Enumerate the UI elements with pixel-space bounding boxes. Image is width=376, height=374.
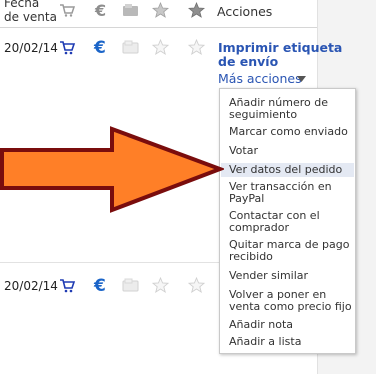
sent-star-icon bbox=[188, 2, 205, 18]
print-label-link[interactable]: Imprimir etiqueta de envío bbox=[218, 41, 342, 69]
more-actions-link[interactable]: Más acciones bbox=[218, 71, 302, 86]
sent-star-icon bbox=[188, 277, 205, 293]
more-actions-menu: Añadir número de seguimiento Marcar como… bbox=[219, 88, 356, 354]
column-header-fecha: Fecha de venta bbox=[4, 0, 57, 24]
menu-item-contact-buyer-line2[interactable]: comprador bbox=[229, 222, 320, 234]
more-actions-label[interactable]: Más acciones bbox=[218, 71, 302, 86]
menu-item-view-order-label[interactable]: Ver datos del pedido bbox=[229, 164, 342, 176]
menu-item-vote[interactable]: Votar bbox=[229, 145, 258, 157]
row1-date: 20/02/14 bbox=[4, 41, 58, 55]
payment-icon bbox=[122, 278, 139, 292]
menu-item-sell-similar-label[interactable]: Vender similar bbox=[229, 270, 308, 282]
feedback-star-icon bbox=[152, 39, 169, 55]
payment-icon bbox=[123, 4, 138, 16]
dropdown-triangle-icon[interactable] bbox=[297, 76, 306, 82]
feedback-star-icon bbox=[152, 2, 169, 18]
arrow-annotation-icon bbox=[0, 126, 224, 213]
menu-item-remove-paid-line2[interactable]: recibido bbox=[229, 251, 349, 263]
menu-item-add-list[interactable]: Añadir a lista bbox=[229, 336, 301, 348]
print-label-line2[interactable]: de envío bbox=[218, 55, 342, 69]
menu-item-contact-buyer[interactable]: Contactar con el comprador bbox=[229, 210, 320, 234]
menu-item-mark-shipped[interactable]: Marcar como enviado bbox=[229, 126, 348, 138]
row2-date: 20/02/14 bbox=[4, 279, 58, 293]
menu-item-sell-similar[interactable]: Vender similar bbox=[229, 270, 308, 282]
menu-item-remove-paid[interactable]: Quitar marca de pago recibido bbox=[229, 239, 349, 263]
fecha-line1: Fecha bbox=[4, 0, 40, 10]
cart-icon[interactable] bbox=[59, 40, 76, 55]
menu-item-relist-fixed[interactable]: Volver a poner en venta como precio fijo bbox=[229, 289, 352, 313]
menu-item-view-paypal[interactable]: Ver transacción en PayPal bbox=[229, 181, 332, 205]
euro-icon[interactable]: € bbox=[94, 276, 106, 296]
header-divider bbox=[0, 27, 317, 28]
print-label-line1[interactable]: Imprimir etiqueta bbox=[218, 41, 342, 55]
feedback-star-icon bbox=[152, 277, 169, 293]
menu-item-add-tracking[interactable]: Añadir número de seguimiento bbox=[229, 97, 328, 121]
menu-item-add-note[interactable]: Añadir nota bbox=[229, 319, 293, 331]
menu-item-mark-shipped-label[interactable]: Marcar como enviado bbox=[229, 126, 348, 138]
menu-item-vote-label[interactable]: Votar bbox=[229, 145, 258, 157]
menu-item-view-paypal-line2[interactable]: PayPal bbox=[229, 193, 332, 205]
menu-item-add-list-label[interactable]: Añadir a lista bbox=[229, 336, 301, 348]
payment-icon bbox=[122, 40, 139, 54]
fecha-line2: de venta bbox=[4, 10, 57, 24]
euro-icon: € bbox=[95, 1, 107, 20]
menu-item-add-tracking-line2[interactable]: seguimiento bbox=[229, 109, 328, 121]
column-header-acciones: Acciones bbox=[217, 4, 273, 19]
menu-item-add-note-label[interactable]: Añadir nota bbox=[229, 319, 293, 331]
cart-icon bbox=[60, 4, 75, 17]
menu-item-relist-fixed-line2[interactable]: venta como precio fijo bbox=[229, 301, 352, 313]
euro-icon[interactable]: € bbox=[94, 38, 106, 58]
sent-star-icon bbox=[188, 39, 205, 55]
menu-item-view-order[interactable]: Ver datos del pedido bbox=[229, 164, 342, 176]
cart-icon[interactable] bbox=[59, 278, 76, 293]
